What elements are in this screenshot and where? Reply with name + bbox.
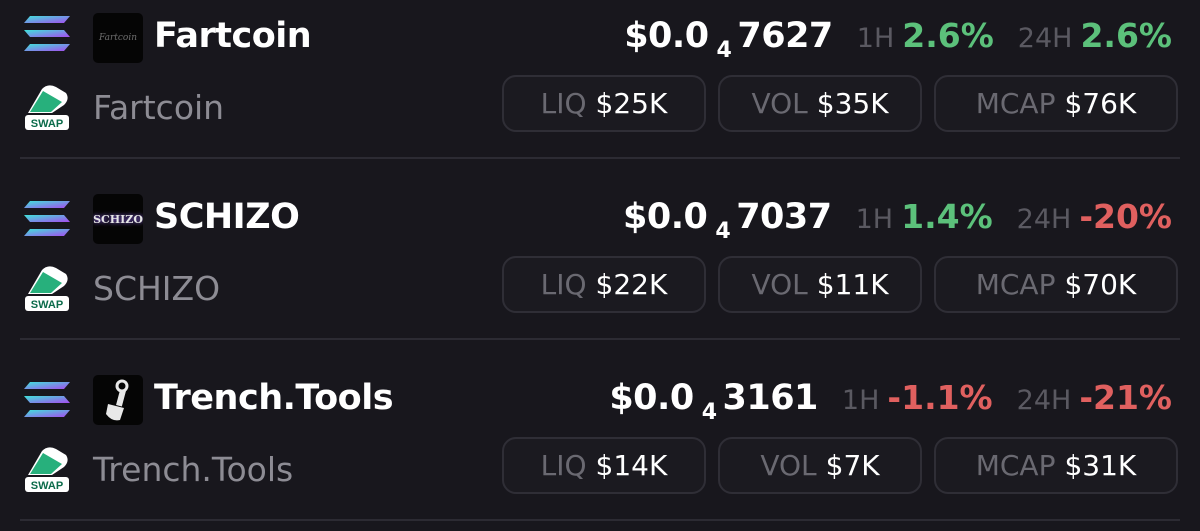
svg-text:SWAP: SWAP [31,480,63,492]
token-row[interactable]: Trench.Tools SWAP Trench.Tools $0.0 4 3161… [0,362,1200,531]
change-24h: -21% [1079,378,1172,417]
token-name[interactable]: SCHIZO [154,197,300,237]
market-cap-pill[interactable]: MCAP $31K [934,437,1178,494]
market-cap-pill[interactable]: MCAP $70K [934,256,1178,313]
change-1h: 1.4% [901,197,993,236]
change-24h: 2.6% [1080,16,1172,55]
change-1h-label: 1H [856,23,895,54]
change-24h-label: 24H [1016,385,1072,416]
token-logo [93,375,143,425]
change-1h: -1.1% [887,378,993,417]
divider [20,519,1180,521]
change-24h-label: 24H [1017,23,1073,54]
logo-text: SCHIZO [93,212,143,226]
token-name[interactable]: Fartcoin [154,16,312,56]
token-name[interactable]: Trench.Tools [154,378,394,418]
solana-icon [24,382,70,417]
token-symbol: Fartcoin [93,88,225,127]
logo-text: Fartcoin [98,33,138,43]
price: $0.0 4 3161 [609,378,818,425]
price-line: $0.0 4 3161 1H -1.1% 24H -21% [609,378,1172,425]
svg-text:SWAP: SWAP [31,299,63,311]
price: $0.0 4 7627 [624,16,833,63]
token-logo: SCHIZO [93,194,143,244]
token-logo: Fartcoin [93,13,143,63]
token-row[interactable]: Fartcoin Fartcoin SWAP Fartcoin $0.0 4 762… [0,0,1200,182]
liquidity-pill[interactable]: LIQ $25K [502,75,706,132]
volume-pill[interactable]: VOL $35K [718,75,922,132]
change-1h-label: 1H [855,204,894,235]
price-line: $0.0 4 7627 1H 2.6% 24H 2.6% [624,16,1172,63]
change-24h: -20% [1079,197,1172,236]
token-list: Fartcoin Fartcoin SWAP Fartcoin $0.0 4 762… [0,0,1200,531]
swap-icon: SWAP [25,85,69,130]
volume-pill[interactable]: VOL $11K [718,256,922,313]
solana-icon [24,201,70,236]
price: $0.0 4 7037 [623,197,832,244]
liquidity-pill[interactable]: LIQ $22K [502,256,706,313]
change-24h-label: 24H [1016,204,1072,235]
swap-icon: SWAP [25,266,69,311]
divider [20,157,1180,159]
volume-pill[interactable]: VOL $7K [718,437,922,494]
price-line: $0.0 4 7037 1H 1.4% 24H -20% [623,197,1172,244]
svg-text:SWAP: SWAP [31,118,63,130]
swap-icon: SWAP [25,447,69,492]
token-row[interactable]: SCHIZO SCHIZO SWAP SCHIZO $0.0 4 7037 1H 1… [0,181,1200,363]
divider [20,338,1180,340]
change-1h: 2.6% [902,16,994,55]
change-1h-label: 1H [841,385,880,416]
shovel-icon [106,379,129,421]
token-symbol: Trench.Tools [93,450,294,489]
liquidity-pill[interactable]: LIQ $14K [502,437,706,494]
market-cap-pill[interactable]: MCAP $76K [934,75,1178,132]
solana-icon [24,16,70,51]
token-symbol: SCHIZO [93,269,221,308]
